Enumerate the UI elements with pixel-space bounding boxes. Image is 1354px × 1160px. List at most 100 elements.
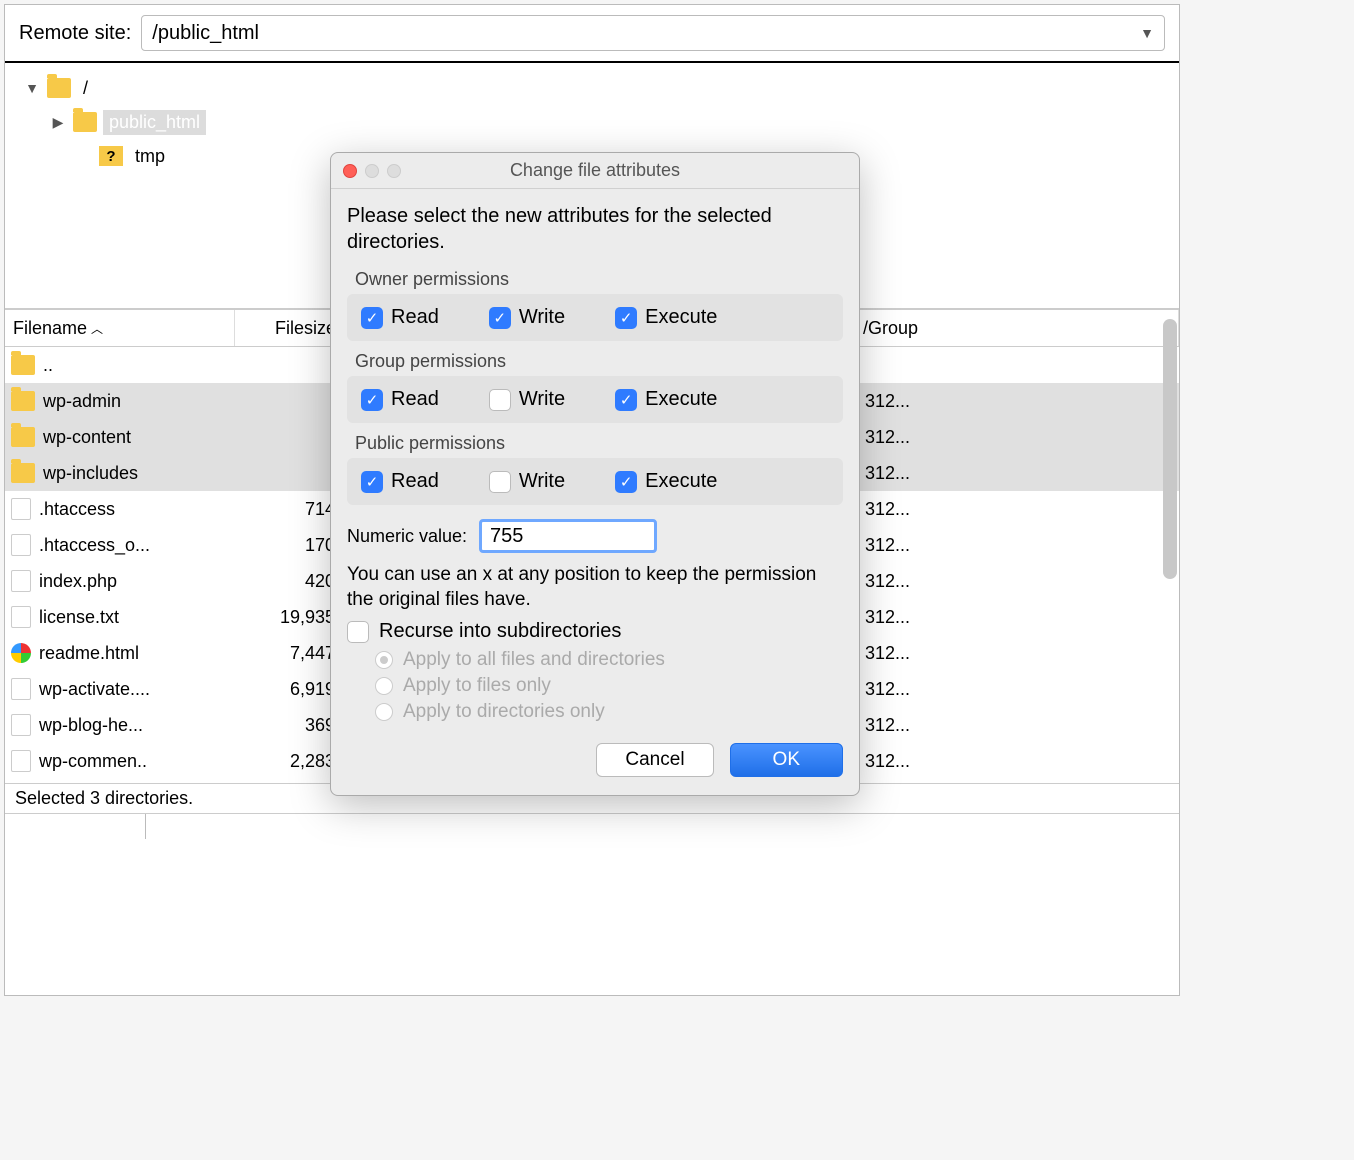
file-icon (11, 750, 31, 772)
col-group-label: /Group (863, 318, 918, 339)
radio-icon (375, 651, 393, 669)
file-name: wp-content (43, 427, 131, 448)
folder-icon (73, 112, 97, 132)
tree-item-public-html[interactable]: ▶ public_html (49, 105, 1161, 139)
apply-files-radio: Apply to files only (375, 675, 843, 697)
file-icon (11, 534, 31, 556)
numeric-label: Numeric value: (347, 526, 467, 547)
recurse-label: Recurse into subdirectories (379, 620, 621, 643)
folder-icon (11, 391, 35, 411)
file-size: 6,919 (235, 679, 345, 700)
numeric-value-input[interactable] (479, 519, 657, 553)
file-name: .htaccess (39, 499, 115, 520)
checkmark-icon: ✓ (615, 389, 637, 411)
recurse-checkbox[interactable]: Recurse into subdirectories (347, 620, 843, 643)
dialog-body: Please select the new attributes for the… (331, 189, 859, 795)
folder-icon (11, 427, 35, 447)
file-size: 7,447 (235, 643, 345, 664)
file-icon (11, 498, 31, 520)
expand-icon[interactable]: ▶ (49, 114, 67, 131)
remote-site-bar: Remote site: /public_html ▼ (5, 5, 1179, 63)
col-filesize[interactable]: Filesize (235, 310, 345, 346)
bottom-splitter[interactable] (5, 813, 1179, 839)
checkmark-icon: ✓ (615, 471, 637, 493)
remote-site-label: Remote site: (19, 22, 131, 45)
change-attributes-dialog: Change file attributes Please select the… (330, 152, 860, 796)
tree-item-label: tmp (129, 144, 171, 169)
file-icon (11, 570, 31, 592)
file-icon (11, 714, 31, 736)
owner-execute-checkbox[interactable]: ✓Execute (615, 306, 717, 329)
col-filesize-label: Filesize (275, 318, 336, 339)
file-icon (11, 606, 31, 628)
dialog-titlebar[interactable]: Change file attributes (331, 153, 859, 189)
public-permissions: Public permissions ✓Read Write ✓Execute (347, 429, 843, 505)
cancel-button[interactable]: Cancel (596, 743, 713, 777)
file-size: 369 (235, 715, 345, 736)
file-size: 170 (235, 535, 345, 556)
radio-icon (375, 677, 393, 695)
collapse-icon[interactable]: ▼ (23, 80, 41, 96)
file-size: 19,935 (235, 607, 345, 628)
checkbox-icon (347, 621, 369, 643)
col-filename-label: Filename (13, 318, 87, 339)
tree-root-label: / (77, 76, 94, 101)
checkbox-icon (489, 389, 511, 411)
file-name: wp-blog-he... (39, 715, 143, 736)
file-size: 420 (235, 571, 345, 592)
owner-read-checkbox[interactable]: ✓Read (361, 306, 439, 329)
apply-all-radio: Apply to all files and directories (375, 649, 843, 671)
remote-path-value: /public_html (152, 22, 259, 45)
radio-icon (375, 703, 393, 721)
group-permissions: Group permissions ✓Read Write ✓Execute (347, 347, 843, 423)
apply-dirs-radio: Apply to directories only (375, 701, 843, 723)
file-name: wp-admin (43, 391, 121, 412)
group-read-checkbox[interactable]: ✓Read (361, 388, 439, 411)
sort-asc-icon: ︿ (91, 320, 103, 337)
file-name: .htaccess_o... (39, 535, 150, 556)
owner-title: Owner permissions (347, 265, 843, 294)
group-execute-checkbox[interactable]: ✓Execute (615, 388, 717, 411)
checkmark-icon: ✓ (361, 307, 383, 329)
folder-icon (11, 355, 35, 375)
checkmark-icon: ✓ (489, 307, 511, 329)
checkmark-icon: ✓ (615, 307, 637, 329)
dialog-title: Change file attributes (331, 160, 859, 181)
checkmark-icon: ✓ (361, 471, 383, 493)
tree-item-label: public_html (103, 110, 206, 135)
group-title: Group permissions (347, 347, 843, 376)
ok-button[interactable]: OK (730, 743, 843, 777)
tree-root[interactable]: ▼ / (23, 71, 1161, 105)
file-size: 714 (235, 499, 345, 520)
file-size: 2,283 (235, 751, 345, 772)
owner-permissions: Owner permissions ✓Read ✓Write ✓Execute (347, 265, 843, 341)
checkbox-icon (489, 471, 511, 493)
folder-icon (11, 463, 35, 483)
scrollbar-vertical[interactable] (1163, 319, 1177, 579)
file-name: wp-commen.. (39, 751, 147, 772)
public-read-checkbox[interactable]: ✓Read (361, 470, 439, 493)
html-icon (11, 643, 31, 663)
folder-icon (47, 78, 71, 98)
numeric-value-row: Numeric value: (347, 519, 843, 553)
public-title: Public permissions (347, 429, 843, 458)
owner-write-checkbox[interactable]: ✓Write (489, 306, 565, 329)
public-write-checkbox[interactable]: Write (489, 470, 565, 493)
file-name: .. (43, 355, 53, 376)
file-name: license.txt (39, 607, 119, 628)
file-name: wp-includes (43, 463, 138, 484)
file-name: wp-activate.... (39, 679, 150, 700)
remote-path-input[interactable]: /public_html ▼ (141, 15, 1165, 51)
col-filename[interactable]: Filename ︿ (5, 310, 235, 346)
file-name: readme.html (39, 643, 139, 664)
chevron-down-icon[interactable]: ▼ (1140, 25, 1154, 41)
checkmark-icon: ✓ (361, 389, 383, 411)
group-write-checkbox[interactable]: Write (489, 388, 565, 411)
dialog-instruction: Please select the new attributes for the… (347, 203, 843, 255)
public-execute-checkbox[interactable]: ✓Execute (615, 470, 717, 493)
unknown-folder-icon: ? (99, 146, 123, 166)
numeric-hint: You can use an x at any position to keep… (347, 563, 843, 612)
file-icon (11, 678, 31, 700)
dialog-buttons: Cancel OK (347, 743, 843, 777)
file-name: index.php (39, 571, 117, 592)
